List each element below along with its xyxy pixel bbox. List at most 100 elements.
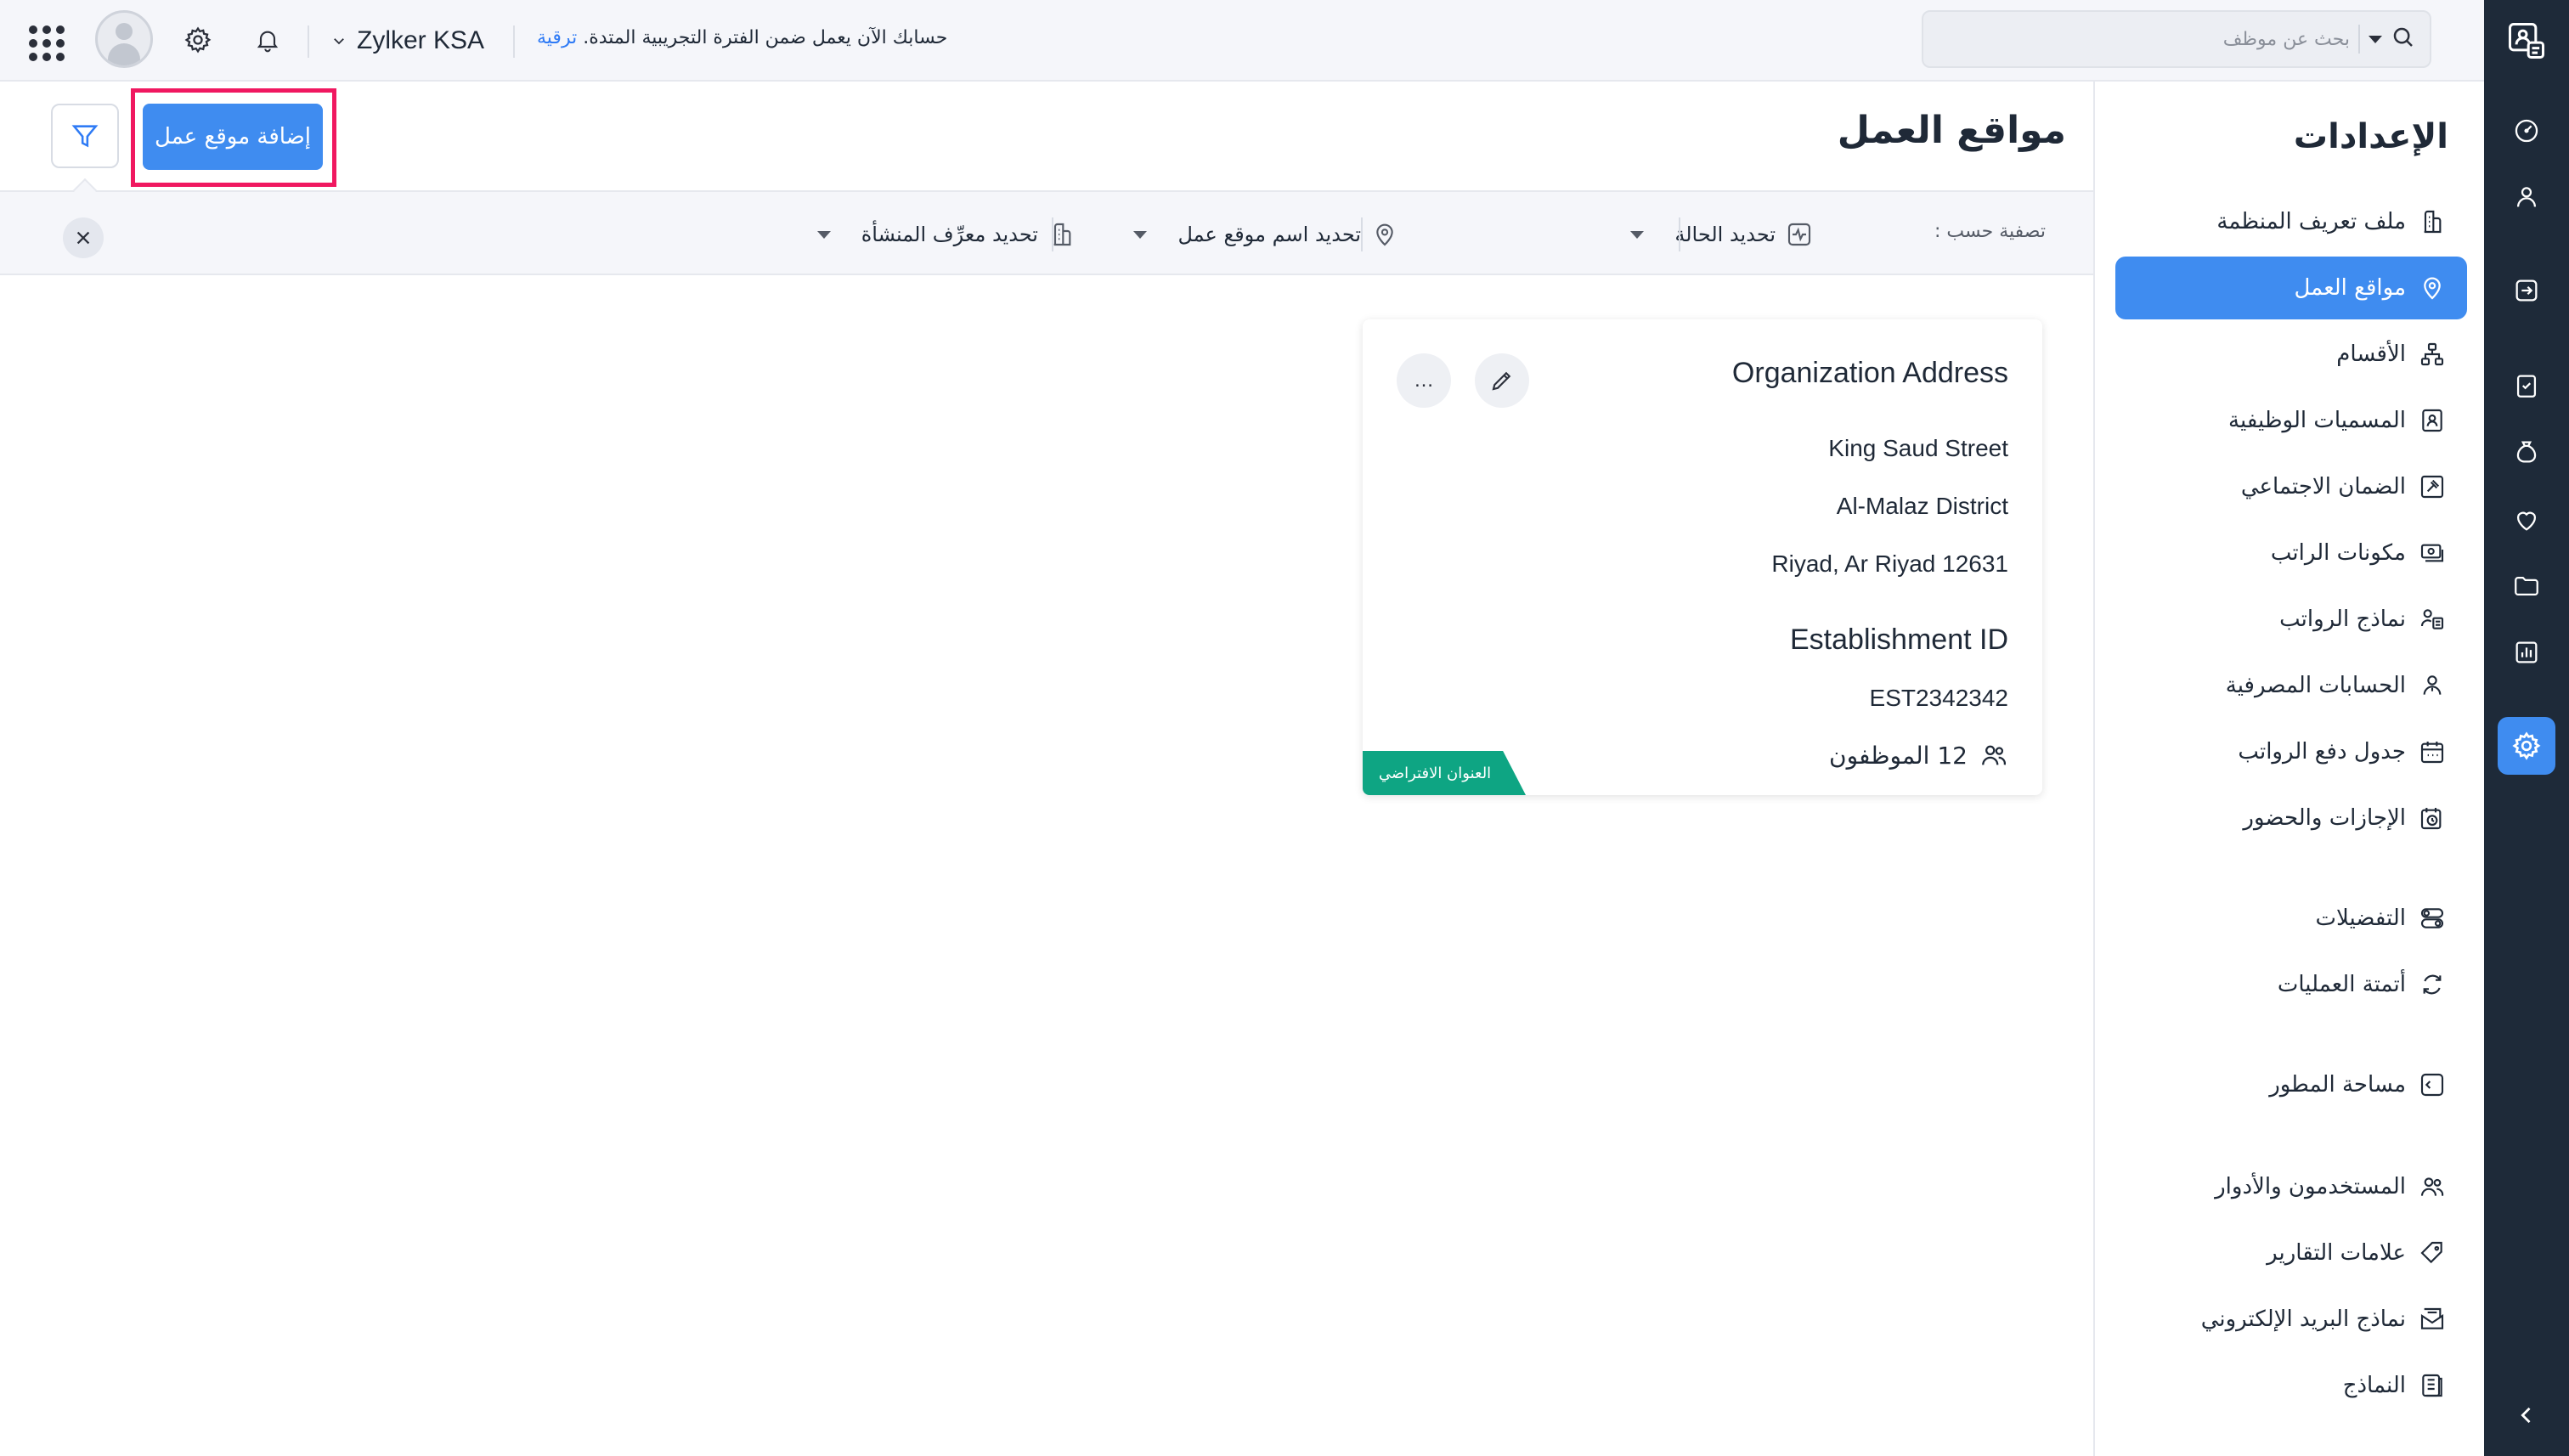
filter-status-dropdown[interactable]: تحديد الحالة bbox=[1630, 216, 1813, 253]
edit-button[interactable] bbox=[1475, 353, 1529, 408]
app-grid-icon[interactable] bbox=[24, 20, 65, 61]
sidebar-item-users-roles[interactable]: المستخدمون والأدوار bbox=[2115, 1155, 2467, 1218]
sidebar-item-label: مواقع العمل bbox=[2294, 275, 2406, 301]
funnel-icon bbox=[71, 125, 99, 148]
sidebar-item-label: مكونات الراتب bbox=[2270, 540, 2406, 566]
dashboard-icon[interactable] bbox=[2503, 107, 2550, 155]
more-options-button[interactable]: … bbox=[1397, 353, 1451, 408]
hierarchy-icon bbox=[2418, 340, 2447, 369]
dropdown-arrow-icon bbox=[1630, 230, 1645, 239]
clear-filters-button[interactable] bbox=[63, 217, 104, 258]
filter-location-name-dropdown[interactable]: تحديد اسم موقع عمل bbox=[1133, 216, 1398, 253]
document-icon bbox=[2418, 1371, 2447, 1400]
top-bar: Zylker KSA حسابك الآن يعمل ضمن الفترة ال… bbox=[0, 0, 2484, 82]
establishment-label: Establishment ID bbox=[1790, 624, 2008, 656]
page-title: مواقع العمل bbox=[1837, 109, 2066, 152]
sidebar-item-report-tags[interactable]: علامات التقارير bbox=[2115, 1222, 2467, 1284]
search-scope-dropdown[interactable] bbox=[2369, 35, 2382, 43]
establishment-id: EST2342342 bbox=[1869, 685, 2008, 711]
avatar[interactable] bbox=[95, 10, 153, 68]
sidebar-item-label: نماذج الرواتب bbox=[2279, 607, 2406, 632]
sidebar-title: الإعدادات bbox=[2293, 117, 2448, 156]
sidebar-item-label: نماذج البريد الإلكتروني bbox=[2200, 1306, 2406, 1332]
add-work-location-button[interactable]: إضافة موقع عمل bbox=[143, 104, 323, 170]
gavel-icon bbox=[2418, 472, 2447, 501]
id-badge-icon bbox=[2418, 406, 2447, 435]
divider bbox=[2358, 25, 2360, 54]
money-bag-icon[interactable] bbox=[2503, 428, 2550, 476]
filter-establishment-id-dropdown[interactable]: تحديد معرِّف المنشأة bbox=[816, 216, 1076, 253]
sidebar-item-bank-accounts[interactable]: الحسابات المصرفية bbox=[2115, 654, 2467, 717]
more-icon: … bbox=[1414, 369, 1434, 392]
work-location-card: Organization Address … King Saud Street … bbox=[1363, 319, 2042, 795]
sidebar-item-preferences[interactable]: التفضيلات bbox=[2115, 887, 2467, 950]
folder-icon[interactable] bbox=[2503, 562, 2550, 610]
address-line: Al-Malaz District bbox=[1836, 493, 2008, 519]
card-title: Organization Address bbox=[1731, 357, 2008, 389]
person-icon[interactable] bbox=[2503, 173, 2550, 221]
sidebar-item-salary-templates[interactable]: نماذج الرواتب bbox=[2115, 588, 2467, 651]
filter-button[interactable] bbox=[51, 104, 119, 168]
collapse-chevron-icon[interactable] bbox=[2484, 1374, 2569, 1456]
chevron-down-icon bbox=[334, 38, 344, 45]
address-line: King Saud Street bbox=[1828, 435, 2008, 461]
sidebar-item-email-templates[interactable]: نماذج البريد الإلكتروني bbox=[2115, 1288, 2467, 1351]
sidebar-item-designations[interactable]: المسميات الوظيفية bbox=[2115, 389, 2467, 452]
users-icon bbox=[2418, 1172, 2447, 1201]
upgrade-link[interactable]: ترقية bbox=[537, 27, 577, 48]
divider bbox=[513, 25, 515, 58]
bell-icon[interactable] bbox=[248, 20, 287, 59]
reports-icon[interactable] bbox=[2503, 629, 2550, 676]
sidebar-item-work-locations[interactable]: مواقع العمل bbox=[2115, 257, 2467, 319]
search-input[interactable] bbox=[1937, 22, 2350, 56]
sidebar-item-templates[interactable]: النماذج bbox=[2115, 1354, 2467, 1417]
dropdown-arrow-icon bbox=[1133, 230, 1148, 239]
location-pin-icon bbox=[2418, 274, 2447, 302]
employee-search bbox=[1922, 10, 2431, 68]
status-icon bbox=[1787, 223, 1811, 246]
dropdown-arrow-icon bbox=[816, 230, 831, 239]
sidebar-item-label: المسميات الوظيفية bbox=[2228, 408, 2406, 433]
sidebar-item-social-insurance[interactable]: الضمان الاجتماعي bbox=[2115, 455, 2467, 518]
sidebar-item-pay-schedule[interactable]: جدول دفع الرواتب bbox=[2115, 720, 2467, 783]
sidebar-item-automation[interactable]: أتمتة العمليات bbox=[2115, 953, 2467, 1016]
toggles-icon bbox=[2418, 904, 2447, 933]
sidebar-item-label: التفضيلات bbox=[2315, 906, 2406, 931]
divider bbox=[1052, 217, 1053, 251]
sidebar-item-leave-attendance[interactable]: الإجازات والحضور bbox=[2115, 787, 2467, 849]
users-icon bbox=[1982, 745, 2006, 765]
money-icon bbox=[2418, 539, 2447, 567]
settings-gear-icon[interactable] bbox=[2498, 717, 2555, 775]
sidebar-item-label: جدول دفع الرواتب bbox=[2238, 739, 2406, 765]
tag-icon bbox=[2418, 1239, 2447, 1267]
pencil-icon bbox=[1492, 371, 1511, 391]
sidebar-item-label: الحسابات المصرفية bbox=[2225, 673, 2406, 698]
divider bbox=[308, 25, 309, 58]
app-logo-icon[interactable] bbox=[2484, 0, 2569, 82]
sidebar-item-developer-space[interactable]: مساحة المطور bbox=[2115, 1053, 2467, 1116]
sidebar-item-salary-components[interactable]: مكونات الراتب bbox=[2115, 522, 2467, 584]
org-switcher[interactable]: Zylker KSA bbox=[331, 24, 484, 58]
app-rail bbox=[2484, 0, 2569, 1456]
settings-sidebar: الإعدادات ملف تعريف المنظمة مواقع العمل … bbox=[2093, 82, 2484, 1456]
sidebar-item-label: المستخدمون والأدوار bbox=[2215, 1174, 2406, 1199]
employee-count[interactable]: 12 الموظفون bbox=[1829, 741, 2008, 770]
sidebar-item-label: أتمتة العمليات bbox=[2277, 972, 2406, 997]
employee-count-text: 12 الموظفون bbox=[1829, 741, 1968, 770]
sidebar-item-label: الضمان الاجتماعي bbox=[2240, 474, 2406, 499]
address-line: Riyad, Ar Riyad 12631 bbox=[1771, 550, 2008, 577]
filter-label: تحديد الحالة bbox=[1674, 223, 1776, 246]
heart-icon[interactable] bbox=[2503, 496, 2550, 544]
calendar-icon bbox=[2418, 737, 2447, 766]
default-address-badge: العنوان الافتراضي bbox=[1363, 751, 1526, 795]
gear-icon[interactable] bbox=[178, 20, 217, 59]
user-template-icon bbox=[2418, 605, 2447, 634]
mail-template-icon bbox=[2418, 1305, 2447, 1334]
search-icon[interactable] bbox=[2391, 25, 2416, 54]
sidebar-item-label: الأقسام bbox=[2336, 341, 2406, 367]
sidebar-item-organization-profile[interactable]: ملف تعريف المنظمة bbox=[2115, 190, 2467, 253]
task-check-icon[interactable] bbox=[2503, 362, 2550, 409]
code-icon bbox=[2418, 1070, 2447, 1099]
sidebar-item-departments[interactable]: الأقسام bbox=[2115, 323, 2467, 386]
check-in-icon[interactable] bbox=[2503, 267, 2550, 314]
